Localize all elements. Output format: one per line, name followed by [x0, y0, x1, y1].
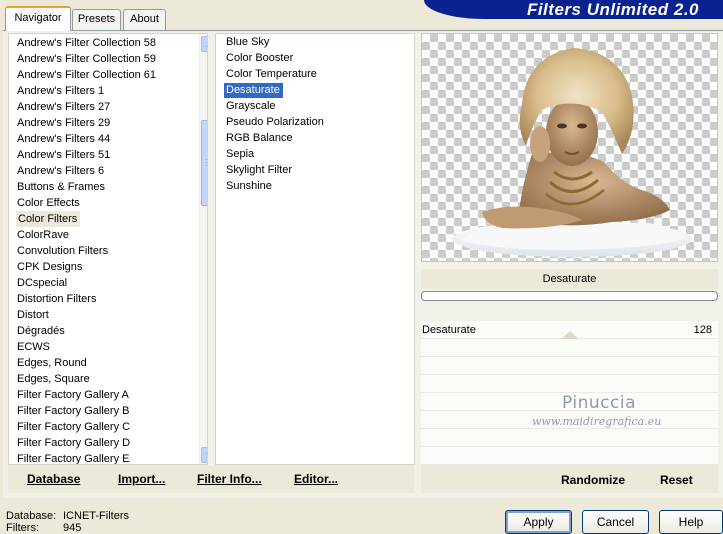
grip-line: [206, 162, 207, 163]
parameter-label: Desaturate: [422, 324, 476, 336]
category-item[interactable]: Andrew's Filters 29: [17, 115, 110, 131]
database-button[interactable]: Database: [27, 472, 80, 486]
tab-navigator[interactable]: Navigator: [5, 6, 71, 31]
scroll-up-icon[interactable]: ▲: [201, 36, 207, 52]
slider-marker-icon[interactable]: [561, 331, 579, 339]
grip-line: [206, 165, 207, 166]
category-item[interactable]: ECWS: [17, 339, 50, 355]
parameter-row-empty: [421, 429, 718, 447]
category-item[interactable]: Andrew's Filter Collection 61: [17, 67, 156, 83]
reset-button[interactable]: Reset: [660, 473, 693, 487]
tab-about[interactable]: About: [123, 9, 166, 30]
filters-label: Filters:: [6, 522, 39, 534]
category-item[interactable]: Andrew's Filters 6: [17, 163, 104, 179]
filter-item[interactable]: Blue Sky: [226, 35, 269, 50]
database-label: Database:: [6, 510, 57, 522]
category-scrollbar[interactable]: ▲ ▼: [199, 34, 207, 464]
category-item[interactable]: DCspecial: [17, 275, 67, 291]
category-item[interactable]: Color Effects: [17, 195, 80, 211]
parameter-row-empty: [421, 447, 718, 465]
watermark-name: Pinuccia: [562, 393, 636, 413]
category-item[interactable]: Filter Factory Gallery B: [17, 403, 129, 419]
banner-title: Filters Unlimited 2.0: [424, 0, 723, 19]
grip-line: [206, 159, 207, 160]
category-item[interactable]: Filter Factory Gallery D: [17, 435, 130, 451]
category-item[interactable]: Andrew's Filters 44: [17, 131, 110, 147]
filters-info: Filters: 945: [6, 522, 81, 534]
parameter-value: 128: [693, 324, 712, 336]
tab-presets[interactable]: Presets: [72, 9, 121, 30]
category-item[interactable]: Filter Factory Gallery A: [17, 387, 129, 403]
category-item[interactable]: Edges, Round: [17, 355, 87, 371]
apply-button[interactable]: Apply: [505, 510, 572, 534]
filter-item[interactable]: Sepia: [226, 147, 254, 162]
filter-item[interactable]: Color Temperature: [226, 67, 317, 82]
category-list[interactable]: Andrew's Filter Collection 58 Andrew's F…: [8, 33, 208, 465]
preview-pane: [421, 33, 718, 262]
category-item[interactable]: Andrew's Filters 1: [17, 83, 104, 99]
import-button[interactable]: Import...: [118, 472, 165, 486]
randomize-button[interactable]: Randomize: [561, 473, 625, 487]
category-item[interactable]: Andrew's Filter Collection 58: [17, 35, 156, 51]
parameter-row-empty: [421, 339, 718, 357]
watermark-url: www.maidiregrafica.eu: [532, 415, 662, 428]
category-item[interactable]: Filter Factory Gallery E: [17, 451, 129, 464]
category-item[interactable]: Andrew's Filter Collection 59: [17, 51, 156, 67]
database-info: Database: ICNET-Filters: [6, 510, 129, 522]
filter-item-selected[interactable]: Desaturate: [224, 83, 283, 98]
scroll-down-icon[interactable]: ▼: [201, 447, 207, 463]
help-button[interactable]: Help: [659, 510, 723, 534]
category-item[interactable]: Distortion Filters: [17, 291, 96, 307]
category-item[interactable]: Andrew's Filters 51: [17, 147, 110, 163]
editor-button[interactable]: Editor...: [294, 472, 338, 486]
filter-item[interactable]: Color Booster: [226, 51, 293, 66]
parameter-row-empty: [421, 357, 718, 375]
category-item[interactable]: Edges, Square: [17, 371, 90, 387]
filter-item[interactable]: RGB Balance: [226, 131, 293, 146]
filter-item[interactable]: Skylight Filter: [226, 163, 292, 178]
filters-count: 945: [63, 522, 82, 534]
parameter-row-empty: [421, 375, 718, 393]
category-item[interactable]: Distort: [17, 307, 49, 323]
preset-toolbar: Randomize Reset: [421, 465, 718, 493]
category-item[interactable]: Andrew's Filters 27: [17, 99, 110, 115]
scroll-thumb[interactable]: [201, 120, 207, 206]
category-item[interactable]: Filter Factory Gallery C: [17, 419, 130, 435]
category-item-selected[interactable]: Color Filters: [16, 211, 81, 227]
category-item[interactable]: Buttons & Frames: [17, 179, 105, 195]
preview-image: [452, 48, 692, 257]
category-item[interactable]: Dégradés: [17, 323, 65, 339]
filter-item[interactable]: Sunshine: [226, 179, 272, 194]
filter-info-button[interactable]: Filter Info...: [197, 472, 262, 486]
category-item[interactable]: Convolution Filters: [17, 243, 108, 259]
current-filter-name: Desaturate: [421, 269, 718, 289]
list-toolbar: Database Import... Filter Info... Editor…: [8, 465, 414, 493]
category-item[interactable]: ColorRave: [17, 227, 69, 243]
database-value: ICNET-Filters: [63, 510, 129, 522]
category-item[interactable]: CPK Designs: [17, 259, 82, 275]
cancel-button[interactable]: Cancel: [582, 510, 649, 534]
filter-item[interactable]: Grayscale: [226, 99, 276, 114]
progress-bar: [421, 291, 718, 301]
parameter-row[interactable]: Desaturate 128: [421, 321, 718, 339]
filter-item[interactable]: Pseudo Polarization: [226, 115, 324, 130]
filter-list[interactable]: Blue Sky Color Booster Color Temperature…: [215, 33, 415, 465]
